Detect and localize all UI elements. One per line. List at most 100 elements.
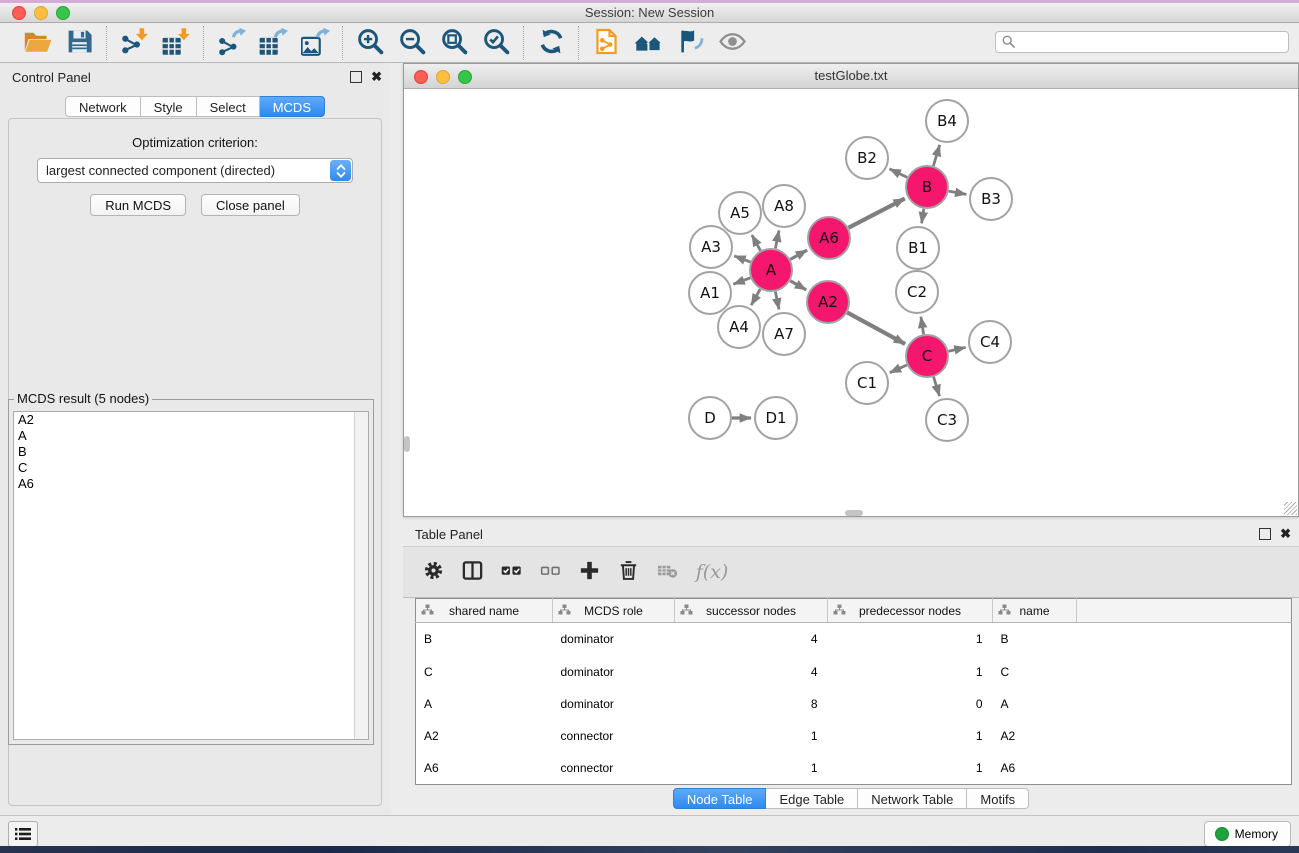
mcds-result-item[interactable]: A6 [14,476,368,492]
delete-column-button[interactable] [612,556,644,588]
edge-A-A4[interactable] [751,289,760,305]
close-window-button[interactable] [12,6,26,20]
column-view-button[interactable] [456,556,488,588]
gear-button[interactable] [417,556,449,588]
edge-B-B4[interactable] [933,145,939,166]
node-A7[interactable]: A7 [763,313,805,355]
node-C2[interactable]: C2 [896,271,938,313]
window-resize-grip[interactable] [1284,502,1297,515]
zoom-network-button[interactable] [458,70,472,84]
close-panel-icon[interactable]: ✖ [371,71,382,83]
column-header-name[interactable]: name [993,599,1077,623]
edge-C-C4[interactable] [949,347,966,351]
edge-A-A3[interactable] [734,256,750,262]
node-A6[interactable]: A6 [808,217,850,259]
minimize-network-button[interactable] [436,70,450,84]
import-network-button[interactable] [116,26,152,60]
node-A8[interactable]: A8 [763,185,805,227]
node-A1[interactable]: A1 [689,272,731,314]
edge-A-A1[interactable] [733,278,750,284]
tab-network[interactable]: Network [65,96,141,117]
column-header-predecessor-nodes[interactable]: predecessor nodes [828,599,993,623]
node-A3[interactable]: A3 [690,226,732,268]
tab-style[interactable]: Style [141,96,197,117]
network-canvas[interactable]: A A1 A2 A3 A4 A5 A6 A7 A8 B B1 B2 B3B4 C C1 C2 C3C4 D D1 [404,89,1298,516]
node-C[interactable]: C [906,335,948,377]
hide-graphics-details-button[interactable] [672,26,708,60]
float-table-panel-icon[interactable] [1259,528,1271,540]
node-C3[interactable]: C3 [926,399,968,441]
zoom-in-button[interactable] [352,26,388,60]
zoom-selected-button[interactable] [478,26,514,60]
edge-C-C2[interactable] [921,317,924,335]
mcds-result-item[interactable]: A [14,428,368,444]
canvas-vscroll-thumb[interactable] [404,436,410,452]
zoom-out-button[interactable] [394,26,430,60]
edge-A6-B[interactable] [849,199,905,228]
mcds-result-item[interactable]: A2 [14,412,368,428]
refresh-layout-button[interactable] [533,26,569,60]
table-row[interactable]: A2connector11A2 [416,720,1292,752]
export-table-button[interactable] [255,26,291,60]
deselect-all-button[interactable] [534,556,566,588]
float-panel-icon[interactable] [350,71,362,83]
node-A5[interactable]: A5 [719,192,761,234]
canvas-hscroll-thumb[interactable] [845,510,863,516]
node-B2[interactable]: B2 [846,137,888,179]
edge-B-B1[interactable] [922,209,924,224]
run-mcds-button[interactable]: Run MCDS [90,194,186,216]
edge-A-A5[interactable] [752,235,761,251]
mcds-result-item[interactable]: B [14,444,368,460]
tab-network-table[interactable]: Network Table [858,788,967,809]
zoom-fit-button[interactable] [436,26,472,60]
list-scrollbar[interactable] [354,412,368,739]
close-panel-button[interactable]: Close panel [201,194,300,216]
column-header-shared-name[interactable]: shared name [416,599,553,623]
task-history-button[interactable] [8,821,38,847]
tab-edge-table[interactable]: Edge Table [766,788,858,809]
mcds-result-item[interactable]: C [14,460,368,476]
column-header-successor-nodes[interactable]: successor nodes [675,599,828,623]
table-row[interactable]: Adominator80A [416,688,1292,720]
open-folder-button[interactable] [19,26,55,60]
edge-C-C1[interactable] [890,365,907,373]
import-table-button[interactable] [158,26,194,60]
node-D[interactable]: D [689,397,731,439]
edge-B-B3[interactable] [949,191,967,194]
node-A2[interactable]: A2 [807,281,849,323]
node-C1[interactable]: C1 [846,362,888,404]
node-B1[interactable]: B1 [897,227,939,269]
edge-B-B2[interactable] [890,169,908,178]
export-image-button[interactable] [297,26,333,60]
node-B4[interactable]: B4 [926,100,968,142]
export-network-button[interactable] [213,26,249,60]
select-all-button[interactable] [495,556,527,588]
table-row[interactable]: A6connector11A6 [416,752,1292,785]
tab-mcds[interactable]: MCDS [260,96,325,117]
network-window-titlebar[interactable]: testGlobe.txt [404,64,1298,89]
show-graphics-details-button[interactable] [714,26,750,60]
tab-motifs[interactable]: Motifs [967,788,1029,809]
node-C4[interactable]: C4 [969,321,1011,363]
node-A4[interactable]: A4 [718,306,760,348]
network-from-file-button[interactable] [588,26,624,60]
save-session-button[interactable] [61,26,97,60]
minimize-window-button[interactable] [34,6,48,20]
table-row[interactable]: Bdominator41B [416,623,1292,656]
node-B[interactable]: B [906,166,948,208]
home-button[interactable] [630,26,666,60]
search-input[interactable] [995,31,1289,53]
close-table-panel-icon[interactable]: ✖ [1280,528,1291,540]
memory-button[interactable]: Memory [1204,821,1291,847]
column-header-MCDS-role[interactable]: MCDS role [553,599,675,623]
node-A[interactable]: A [750,249,792,291]
edge-A-A6[interactable] [790,250,807,259]
tab-select[interactable]: Select [197,96,260,117]
close-network-button[interactable] [414,70,428,84]
edge-A2-C[interactable] [847,313,905,345]
tab-node-table[interactable]: Node Table [673,788,767,809]
node-B3[interactable]: B3 [970,178,1012,220]
edge-A-A8[interactable] [775,231,779,249]
table-row[interactable]: Cdominator41C [416,656,1292,688]
node-D1[interactable]: D1 [755,397,797,439]
